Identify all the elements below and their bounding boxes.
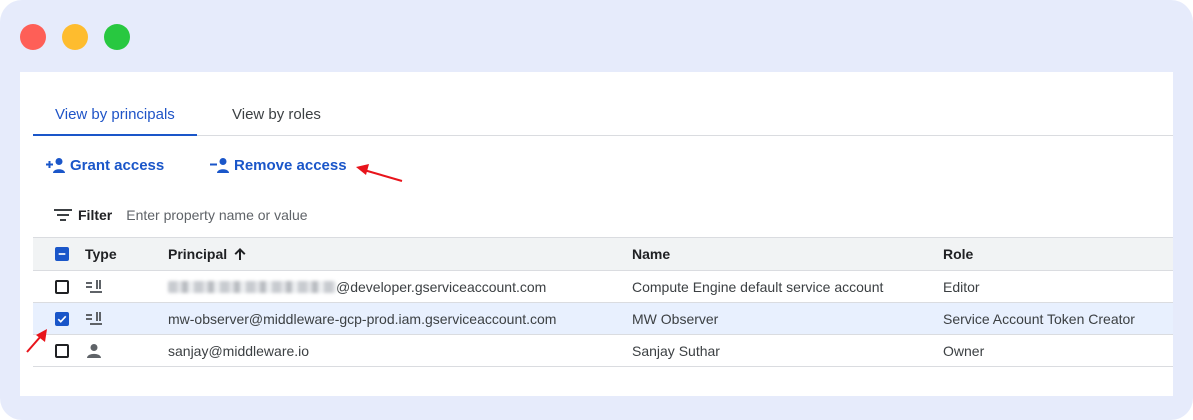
name-cell: MW Observer	[632, 310, 719, 327]
annotation-arrow-remove-access	[356, 164, 403, 182]
name-cell: Sanjay Suthar	[632, 342, 720, 359]
filter-bar: Filter	[54, 205, 527, 225]
name-cell: Compute Engine default service account	[632, 278, 884, 295]
filter-label: Filter	[78, 207, 113, 223]
view-tabs: View by principals View by roles	[33, 96, 1173, 136]
table-row[interactable]: @developer.gserviceaccount.com Compute E…	[33, 271, 1173, 303]
annotation-arrow-checkbox	[26, 329, 47, 353]
person-remove-icon	[210, 158, 229, 173]
iam-panel: View by principals View by roles Grant a…	[20, 72, 1173, 396]
select-all-checkbox[interactable]	[55, 247, 69, 261]
principal-cell: mw-observer@middleware-gcp-prod.iam.gser…	[168, 310, 557, 327]
arrow-up-icon	[234, 248, 246, 260]
table-header-row: Type Principal Name Role	[33, 237, 1173, 271]
filter-list-icon	[54, 209, 72, 221]
principals-table: Type Principal Name Role @developer.gser…	[33, 237, 1173, 367]
row-checkbox[interactable]	[55, 279, 69, 294]
principal-email-suffix: @developer.gserviceaccount.com	[336, 278, 547, 295]
window-close-button[interactable]	[20, 24, 46, 50]
service-account-icon	[86, 311, 102, 325]
column-header-name[interactable]: Name	[632, 238, 670, 270]
service-account-icon	[86, 279, 102, 293]
column-header-type[interactable]: Type	[85, 238, 117, 270]
role-cell: Owner	[943, 342, 985, 359]
filter-input[interactable]	[126, 207, 527, 223]
tab-view-by-roles[interactable]: View by roles	[210, 96, 343, 134]
indeterminate-icon	[58, 253, 66, 255]
column-header-principal[interactable]: Principal	[168, 238, 247, 270]
row-checkbox[interactable]	[55, 343, 69, 358]
column-header-role[interactable]: Role	[943, 238, 973, 270]
remove-access-button[interactable]: Remove access	[210, 154, 347, 176]
role-cell: Editor	[943, 278, 980, 295]
remove-access-label: Remove access	[234, 156, 347, 174]
window-maximize-button[interactable]	[104, 24, 130, 50]
principal-cell: sanjay@middleware.io	[168, 342, 310, 359]
principal-cell: @developer.gserviceaccount.com	[168, 271, 546, 302]
redacted-principal	[168, 280, 336, 293]
person-icon	[87, 343, 101, 358]
check-icon	[57, 315, 67, 323]
table-row[interactable]: mw-observer@middleware-gcp-prod.iam.gser…	[33, 303, 1173, 335]
row-checkbox[interactable]	[55, 311, 69, 326]
column-header-principal-label: Principal	[168, 246, 228, 262]
person-add-icon	[46, 158, 65, 173]
grant-access-label: Grant access	[70, 156, 165, 174]
tab-view-by-principals[interactable]: View by principals	[33, 96, 197, 136]
table-row[interactable]: sanjay@middleware.io Sanjay Suthar Owner	[33, 335, 1173, 367]
window-frame: View by principals View by roles Grant a…	[0, 0, 1193, 420]
window-minimize-button[interactable]	[62, 24, 88, 50]
role-cell: Service Account Token Creator	[943, 310, 1135, 327]
grant-access-button[interactable]: Grant access	[46, 154, 164, 176]
